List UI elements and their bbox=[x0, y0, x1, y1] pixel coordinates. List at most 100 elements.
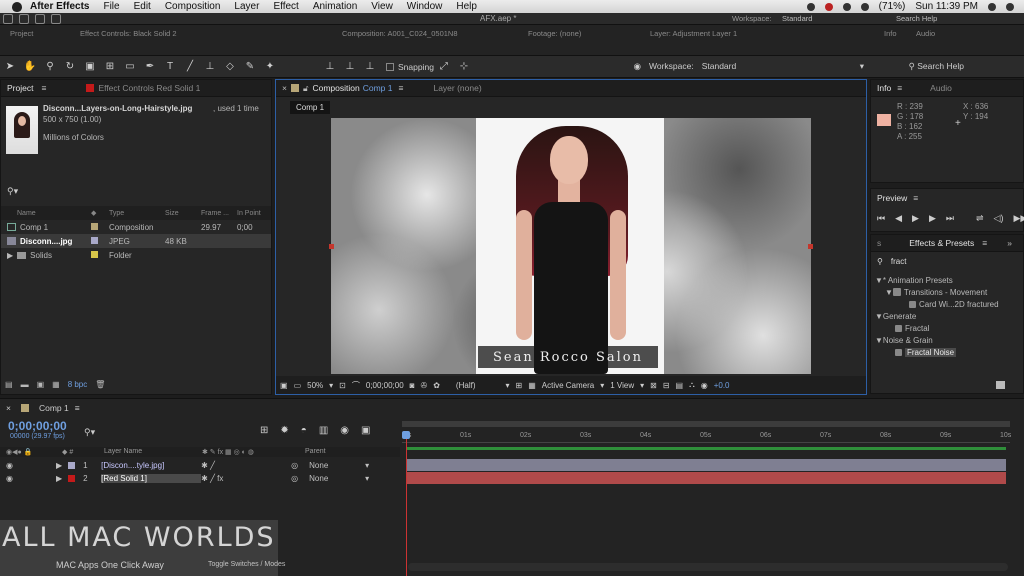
expand-triangle-icon[interactable]: ▶ bbox=[7, 251, 13, 260]
tag-column-icon[interactable]: ◆ bbox=[91, 209, 109, 217]
label-color[interactable] bbox=[91, 250, 98, 258]
tree-animation-presets[interactable]: ▼ * Animation Presets bbox=[875, 274, 1015, 286]
dropbox-icon[interactable] bbox=[806, 2, 815, 11]
zoom-slider[interactable] bbox=[408, 563, 1008, 571]
interpret-footage-icon[interactable]: ▤ bbox=[5, 380, 13, 389]
exposure-reset-icon[interactable]: ◉ bbox=[701, 381, 708, 390]
current-time[interactable]: 0;00;00;00 bbox=[366, 381, 404, 390]
fast-preview-icon[interactable]: ⊟ bbox=[663, 381, 670, 390]
hand-tool-icon[interactable]: ✋ bbox=[24, 61, 36, 73]
tab-composition[interactable]: Composition bbox=[312, 83, 359, 93]
menu-edit[interactable]: Edit bbox=[134, 1, 151, 12]
menu-effect[interactable]: Effect bbox=[273, 1, 298, 12]
preview-title[interactable]: Preview bbox=[877, 193, 907, 203]
play-icon[interactable]: ▶︎ bbox=[912, 213, 919, 224]
view-layout-select[interactable]: 1 View bbox=[610, 381, 634, 390]
workspace-icon[interactable]: ◉ bbox=[634, 61, 641, 72]
rotate-tool-icon[interactable]: ↻ bbox=[64, 61, 76, 73]
draft-3d-icon[interactable]: ✹ bbox=[280, 425, 288, 436]
chevron-down-icon[interactable]: ▾ bbox=[860, 61, 864, 72]
brush-tool-icon[interactable]: ╱ bbox=[184, 61, 196, 73]
roto-brush-tool-icon[interactable]: ✎ bbox=[244, 61, 256, 73]
layer-label-color[interactable] bbox=[68, 462, 76, 469]
toggle-pixel-aspect-icon[interactable]: ⊠ bbox=[650, 381, 657, 390]
layer-bar-red-solid[interactable] bbox=[406, 472, 1006, 484]
column-frame-rate[interactable]: Frame ... bbox=[201, 210, 237, 217]
effects-title[interactable]: Effects & Presets bbox=[909, 238, 974, 248]
label-color[interactable] bbox=[91, 222, 98, 230]
menu-animation[interactable]: Animation bbox=[313, 1, 357, 12]
frame-blending-icon[interactable]: ▥ bbox=[319, 425, 328, 436]
selection-tool-icon[interactable]: ➤ bbox=[4, 61, 16, 73]
prev-frame-icon[interactable]: ◀︎ bbox=[895, 213, 902, 224]
layer-name[interactable]: [Discon....tyle.jpg] bbox=[101, 461, 201, 470]
timeline-icon[interactable]: ▤ bbox=[676, 381, 684, 390]
snapshot-icon[interactable]: ◙ bbox=[410, 381, 415, 390]
exposure-value[interactable]: +0.0 bbox=[714, 381, 730, 390]
axis-local-icon[interactable]: ⊥ bbox=[324, 61, 336, 73]
battery-status[interactable]: (71%) bbox=[879, 1, 906, 12]
effects-search-input[interactable]: fract bbox=[891, 257, 907, 266]
trash-icon[interactable]: 🗑 bbox=[95, 380, 105, 389]
tab-comp-name[interactable]: Comp 1 bbox=[363, 83, 393, 93]
chevron-down-icon[interactable]: ▾ bbox=[365, 474, 369, 483]
motion-blur-icon[interactable]: ◉ bbox=[340, 425, 349, 436]
volume-icon[interactable] bbox=[860, 2, 869, 11]
record-icon[interactable] bbox=[824, 2, 833, 11]
magnification-select[interactable]: 50% bbox=[307, 381, 323, 390]
new-comp-icon[interactable]: ▣ bbox=[37, 380, 45, 389]
project-item-jpg[interactable]: Disconn....jpg JPEG 48 KB bbox=[1, 234, 271, 248]
column-name[interactable]: Name bbox=[1, 210, 91, 217]
mask-visibility-icon[interactable]: ⌒ bbox=[352, 380, 360, 391]
comp-mini-flowchart-icon[interactable]: ⊞ bbox=[260, 425, 268, 436]
safe-zones-icon[interactable]: ⊡ bbox=[339, 381, 346, 390]
label-color[interactable] bbox=[91, 236, 98, 244]
snap-grid-icon[interactable]: ⊹ bbox=[458, 61, 470, 73]
always-preview-icon[interactable]: ▣ bbox=[280, 381, 288, 390]
expand-triangle-icon[interactable]: ▼ bbox=[875, 312, 883, 321]
apple-icon[interactable] bbox=[12, 1, 22, 12]
clock[interactable]: Sun 11:39 PM bbox=[915, 1, 978, 12]
flowchart-icon[interactable]: ⛬ bbox=[689, 380, 695, 390]
wifi-icon[interactable] bbox=[842, 2, 851, 11]
menu-view[interactable]: View bbox=[371, 1, 393, 12]
tree-card-wipe[interactable]: Card Wi...2D fractured bbox=[875, 298, 1015, 310]
monitor-icon[interactable]: ▭ bbox=[294, 381, 302, 390]
tree-fractal[interactable]: Fractal bbox=[875, 322, 1015, 334]
expand-triangle-icon[interactable]: ▶ bbox=[56, 474, 62, 483]
clone-tool-icon[interactable]: ⊥ bbox=[204, 61, 216, 73]
chevron-right-icon[interactable]: » bbox=[1007, 238, 1012, 248]
list-icon[interactable] bbox=[1006, 2, 1014, 11]
close-icon[interactable]: × bbox=[282, 83, 287, 93]
work-area-bar[interactable] bbox=[402, 421, 1010, 427]
resolution-select[interactable]: (Half) bbox=[456, 381, 476, 390]
pickwhip-icon[interactable]: ◎ bbox=[291, 474, 309, 483]
tab-effect-controls[interactable]: Effect Controls Red Solid 1 bbox=[98, 83, 200, 93]
layer-handle-left[interactable] bbox=[329, 244, 334, 249]
parent-column[interactable]: Parent bbox=[305, 448, 326, 455]
search-help[interactable]: ⚲ Search Help bbox=[909, 61, 964, 72]
next-frame-icon[interactable]: ▶︎ bbox=[929, 213, 936, 224]
timeline-layer-row[interactable]: ◉ ▶ 1 [Discon....tyle.jpg] ✱ ╱ ◎ None ▾ bbox=[0, 459, 400, 472]
menu-file[interactable]: File bbox=[103, 1, 119, 12]
axis-world-icon[interactable]: ⊥ bbox=[344, 61, 356, 73]
menu-layer[interactable]: Layer bbox=[234, 1, 259, 12]
label-column-icon[interactable]: ◆ # bbox=[62, 448, 73, 456]
current-time-indicator[interactable] bbox=[406, 431, 407, 576]
column-in-point[interactable]: In Point bbox=[237, 210, 271, 217]
snapping-checkbox[interactable] bbox=[386, 62, 394, 71]
region-of-interest-icon[interactable]: ⊞ bbox=[516, 381, 523, 390]
composition-viewer[interactable]: Sean Rocco Salon bbox=[331, 118, 811, 374]
mute-icon[interactable]: ◁) bbox=[994, 213, 1004, 224]
chevron-down-icon[interactable]: ▾ bbox=[329, 381, 333, 390]
layer-switches-icon[interactable]: ✱ ╱ bbox=[201, 461, 291, 470]
tree-generate[interactable]: ▼ Generate bbox=[875, 310, 1015, 322]
timeline-tab[interactable]: Comp 1 bbox=[39, 403, 69, 413]
layer-switches-icon[interactable]: ✱ ╱ fx bbox=[201, 474, 291, 483]
pen-tool-icon[interactable]: ✒ bbox=[144, 61, 156, 73]
show-snapshot-icon[interactable]: ✇ bbox=[421, 381, 428, 390]
new-preset-icon[interactable] bbox=[996, 381, 1005, 389]
tree-transitions[interactable]: ▼ Transitions - Movement bbox=[875, 286, 1015, 298]
av-switches-icon[interactable]: ◉◀● 🔒 bbox=[6, 448, 32, 456]
chevron-down-icon[interactable]: ▾ bbox=[365, 461, 369, 470]
